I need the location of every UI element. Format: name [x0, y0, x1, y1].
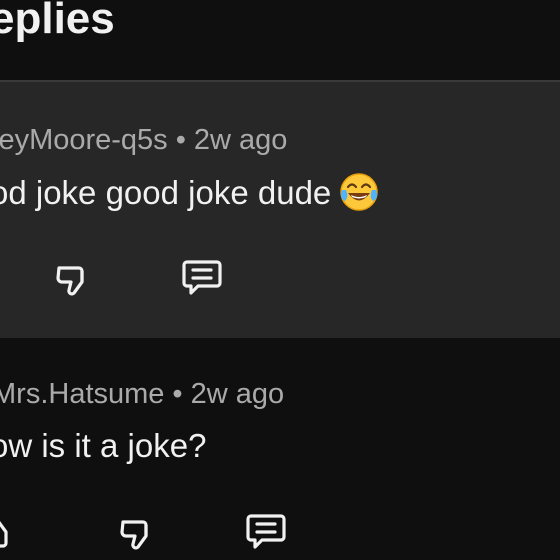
dislike-button[interactable] — [46, 254, 98, 306]
like-button[interactable] — [0, 508, 22, 560]
comment-author[interactable]: Mrs.Hatsume — [0, 378, 164, 410]
comment-text-row: od joke good joke dude — [0, 172, 379, 213]
tears-of-joy-emoji-icon — [340, 173, 379, 211]
comment-text-row: ow is it a joke? — [0, 426, 206, 466]
like-icon — [0, 521, 8, 548]
replies-panel: eplies leyMoore-q5s • 2w ago od joke good … — [0, 0, 560, 560]
comment-time: 2w ago — [190, 378, 285, 410]
reply-icon — [246, 514, 286, 549]
reply-button[interactable] — [176, 250, 228, 302]
replies-header: eplies — [0, 0, 560, 80]
page-title: eplies — [0, 0, 115, 43]
comment-meta: Mrs.Hatsume • 2w ago — [0, 376, 284, 412]
comment-time: 2w ago — [193, 124, 288, 156]
meta-separator: • — [175, 124, 186, 156]
comment-text: od joke good joke dude — [0, 174, 332, 211]
dislike-button[interactable] — [110, 508, 162, 560]
reply-button[interactable] — [240, 504, 292, 556]
dislike-icon — [56, 266, 84, 296]
comment-item: leyMoore-q5s • 2w ago od joke good joke du… — [0, 82, 560, 338]
comment-item: Mrs.Hatsume • 2w ago ow is it a joke? — [0, 338, 560, 560]
comment-author[interactable]: leyMoore-q5s — [0, 124, 168, 156]
dislike-icon — [120, 520, 148, 550]
comment-text: ow is it a joke? — [0, 427, 207, 464]
meta-separator: • — [172, 378, 183, 410]
reply-icon — [182, 260, 222, 295]
comment-meta: leyMoore-q5s • 2w ago — [0, 122, 287, 158]
